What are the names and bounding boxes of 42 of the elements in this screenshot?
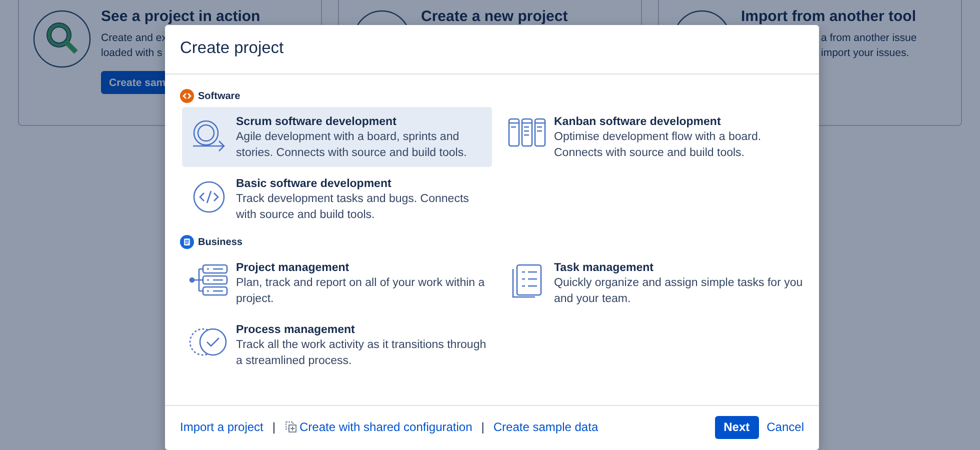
document-icon	[180, 235, 194, 249]
option-description: Quickly organize and assign simple tasks for you and your team.	[554, 276, 804, 306]
separator: |	[272, 420, 276, 434]
project-type-option[interactable]: Process management Track all the work activity as it transitions through a streamlined process.	[182, 315, 492, 375]
check-circle-icon	[189, 326, 229, 358]
card-title: Create a new project	[421, 8, 568, 25]
card-description: import your issues.	[821, 46, 910, 61]
option-title: Scrum software development	[236, 115, 398, 130]
card-description: loaded with s	[101, 46, 162, 61]
project-type-option[interactable]: Kanban software development Optimise development flow with a board. Connects with source and build tools.	[500, 107, 810, 167]
tree-list-icon	[189, 264, 229, 296]
footer-link[interactable]: Create sample data	[493, 420, 598, 434]
option-description: Optimise development flow with a board. Connects with source and build tools.	[554, 130, 762, 160]
dialog-title: Create project	[180, 39, 284, 58]
project-type-option[interactable]: Project management Plan, track and report on all of your work within a project.	[182, 253, 492, 313]
columns-icon	[508, 118, 546, 148]
project-type-option[interactable]: Basic software development Track development tasks and bugs. Connects with source and build tools.	[182, 169, 492, 229]
option-description: Track all the work activity as it transitions through a streamlined process.	[236, 338, 488, 368]
footer-link[interactable]: Create with shared configuration	[284, 420, 472, 434]
option-title: Task management	[554, 261, 654, 276]
option-title: Basic software development	[236, 177, 392, 192]
project-type-option[interactable]: Scrum software development Agile development with a board, sprints and stories. Connects with source and build tools.	[182, 107, 492, 167]
section-label: Software	[198, 90, 240, 102]
magnifier-icon	[33, 10, 91, 68]
section-label: Business	[198, 236, 242, 248]
option-title: Process management	[236, 323, 356, 338]
option-description: Track development tasks and bugs. Connects with source and build tools.	[236, 192, 470, 222]
option-title: Kanban software development	[554, 115, 722, 130]
footer-link[interactable]: Import a project	[180, 420, 264, 434]
next-button[interactable]: Next	[714, 416, 759, 438]
checklist-icon	[512, 264, 542, 298]
code-icon	[192, 180, 226, 214]
separator: |	[481, 420, 484, 434]
option-title: Project management	[236, 261, 350, 276]
card-description: a from another issue	[821, 31, 917, 46]
project-type-option[interactable]: Task management Quickly organize and assign simple tasks for you and your team.	[500, 253, 810, 313]
card-title: Import from another tool	[741, 8, 917, 25]
option-description: Plan, track and report on all of your work within a project.	[236, 276, 486, 306]
card-title: See a project in action	[101, 8, 260, 25]
code-icon	[180, 89, 194, 103]
cancel-link[interactable]: Cancel	[766, 420, 804, 434]
option-description: Agile development with a board, sprints and stories. Connects with source and build tools.	[236, 130, 468, 160]
